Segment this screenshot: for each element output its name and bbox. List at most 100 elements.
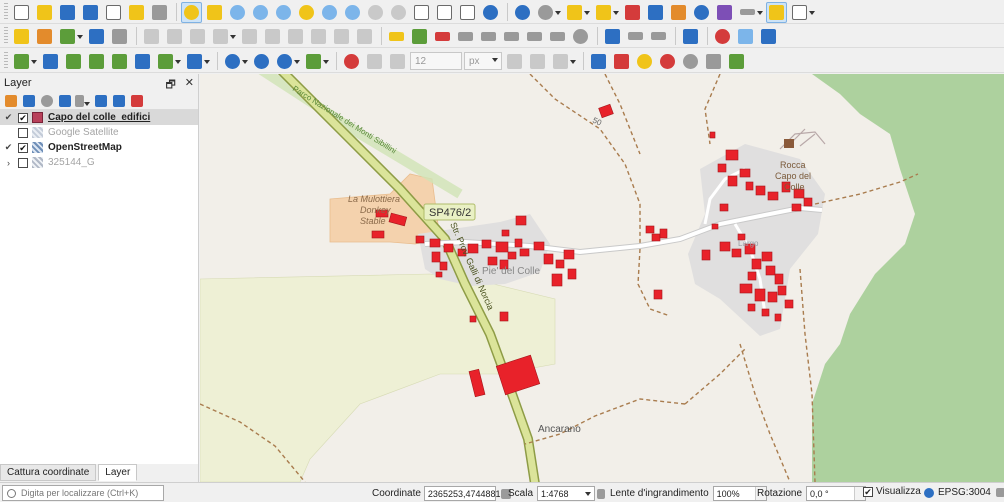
zoom-native-icon[interactable]: [342, 2, 363, 23]
plugin-tool-2-icon[interactable]: [758, 26, 779, 47]
new-shapefile-icon[interactable]: [274, 51, 301, 72]
add-feature-icon[interactable]: [57, 26, 84, 47]
field-calculator-icon[interactable]: [645, 2, 666, 23]
undo-icon[interactable]: [331, 26, 352, 47]
python-console-icon[interactable]: [602, 26, 623, 47]
toolbar-grip[interactable]: [4, 52, 8, 70]
save-project-icon[interactable]: [57, 2, 78, 23]
pan-to-selection-icon[interactable]: [204, 2, 225, 23]
lock-scale-icon[interactable]: [595, 487, 607, 501]
map-canvas[interactable]: Parco Nazionale dei Monti Sibillini La M…: [200, 74, 1004, 482]
delete-selected-icon[interactable]: [239, 26, 260, 47]
tab-layer[interactable]: Layer: [98, 464, 138, 481]
label-toolbar-icon[interactable]: [386, 26, 407, 47]
add-delimited-text-icon[interactable]: [63, 51, 84, 72]
copy-features-icon[interactable]: [285, 26, 306, 47]
enable-tracing-icon[interactable]: [364, 51, 385, 72]
messages-icon[interactable]: [995, 487, 1004, 499]
refresh-icon[interactable]: [480, 2, 501, 23]
collapse-all-icon[interactable]: [111, 93, 127, 109]
float-panel-icon[interactable]: 🗗: [165, 76, 175, 95]
plugin-g-icon[interactable]: [726, 51, 747, 72]
offset-curve-icon[interactable]: [550, 51, 577, 72]
toggle-editing-icon[interactable]: [34, 26, 55, 47]
move-feature-icon[interactable]: [187, 26, 208, 47]
advanced-digitize-icon[interactable]: [387, 51, 408, 72]
cut-features-icon[interactable]: [262, 26, 283, 47]
zoom-last-icon[interactable]: [365, 2, 386, 23]
move-label-icon[interactable]: [501, 26, 522, 47]
layer-visibility-checkbox[interactable]: [18, 157, 28, 168]
layer-name[interactable]: Google Satellite: [48, 127, 119, 138]
collapse-arrow-icon[interactable]: ›: [2, 158, 15, 168]
kml-export-icon[interactable]: [625, 26, 646, 47]
expand-arrow-icon[interactable]: ✔: [2, 112, 15, 123]
plugin-b-icon[interactable]: [611, 51, 632, 72]
zoom-full-icon[interactable]: [273, 2, 294, 23]
manage-visibility-icon[interactable]: [39, 93, 55, 109]
add-wms-icon[interactable]: [132, 51, 153, 72]
font-unit-select[interactable]: px: [464, 52, 502, 70]
expand-all-icon[interactable]: [93, 93, 109, 109]
new-map-view-icon[interactable]: [411, 2, 432, 23]
rotate-label-icon[interactable]: [524, 26, 545, 47]
layer-node-325144-g[interactable]: › 325144_G: [0, 155, 198, 170]
merge-features-icon[interactable]: [527, 51, 548, 72]
filter-legend-icon[interactable]: [57, 93, 73, 109]
plugin-d-icon[interactable]: [657, 51, 678, 72]
plugin-tool-icon[interactable]: [735, 26, 756, 47]
measure-line-icon[interactable]: [737, 2, 764, 23]
help-icon[interactable]: [680, 26, 701, 47]
plugin-a-icon[interactable]: [588, 51, 609, 72]
crs-globe-icon[interactable]: [922, 486, 935, 499]
coordinate-capture-icon[interactable]: [712, 26, 733, 47]
pin-labels-icon[interactable]: [432, 26, 453, 47]
snapping-magnet-icon[interactable]: [341, 51, 362, 72]
remove-layer-icon[interactable]: [129, 93, 145, 109]
zoom-in-icon[interactable]: [227, 2, 248, 23]
new-print-layout-icon[interactable]: [103, 2, 124, 23]
save-edits-icon[interactable]: [109, 26, 130, 47]
identify-icon[interactable]: [512, 2, 533, 23]
layer-name[interactable]: OpenStreetMap: [48, 142, 122, 153]
crs-label[interactable]: EPSG:3004: [938, 487, 991, 498]
rotation-spinbox[interactable]: 0,0 °: [806, 486, 867, 501]
statistical-summary-icon[interactable]: [668, 2, 689, 23]
new-geopackage-icon[interactable]: [303, 51, 330, 72]
actions-icon[interactable]: [535, 2, 562, 23]
deselect-icon[interactable]: [593, 2, 620, 23]
plugin-c-icon[interactable]: [634, 51, 655, 72]
style-panel-icon[interactable]: [3, 93, 19, 109]
html-export-icon[interactable]: [648, 26, 669, 47]
zoom-next-icon[interactable]: [388, 2, 409, 23]
label-settings-icon[interactable]: [570, 26, 591, 47]
add-vector-tile-icon[interactable]: [251, 51, 272, 72]
open-project-icon[interactable]: [34, 2, 55, 23]
layer-name[interactable]: Capo del colle_edifici: [48, 112, 150, 123]
coordinate-field[interactable]: 2365253,4744881: [423, 486, 501, 501]
vertex-tool-icon[interactable]: [86, 26, 107, 47]
close-panel-icon[interactable]: ✕: [185, 76, 194, 95]
layer-labeling-icon[interactable]: [409, 26, 430, 47]
render-checkbox[interactable]: ✔: [863, 486, 873, 497]
layer-node-openstreetmap[interactable]: ✔ ✔ OpenStreetMap: [0, 140, 198, 155]
new-bookmark-icon[interactable]: [434, 2, 455, 23]
layer-name[interactable]: 325144_G: [48, 157, 95, 168]
paste-features-icon[interactable]: [308, 26, 329, 47]
add-spatialite-icon[interactable]: [86, 51, 107, 72]
open-attribute-table-icon[interactable]: [622, 2, 643, 23]
zoom-to-selection-icon[interactable]: [296, 2, 317, 23]
toolbar-grip[interactable]: [4, 27, 8, 45]
scale-select[interactable]: 1:4768: [537, 486, 596, 501]
add-wfs-icon[interactable]: [184, 51, 211, 72]
change-label-icon[interactable]: [547, 26, 568, 47]
split-features-icon[interactable]: [504, 51, 525, 72]
sigma-icon[interactable]: [714, 2, 735, 23]
layout-manager-icon[interactable]: [126, 2, 147, 23]
style-manager-icon[interactable]: [149, 2, 170, 23]
layer-visibility-checkbox[interactable]: [18, 127, 28, 138]
save-as-icon[interactable]: [80, 2, 101, 23]
show-bookmarks-icon[interactable]: [457, 2, 478, 23]
digitize-current-layer-icon[interactable]: [11, 26, 32, 47]
pencil-alt-icon[interactable]: [164, 26, 185, 47]
